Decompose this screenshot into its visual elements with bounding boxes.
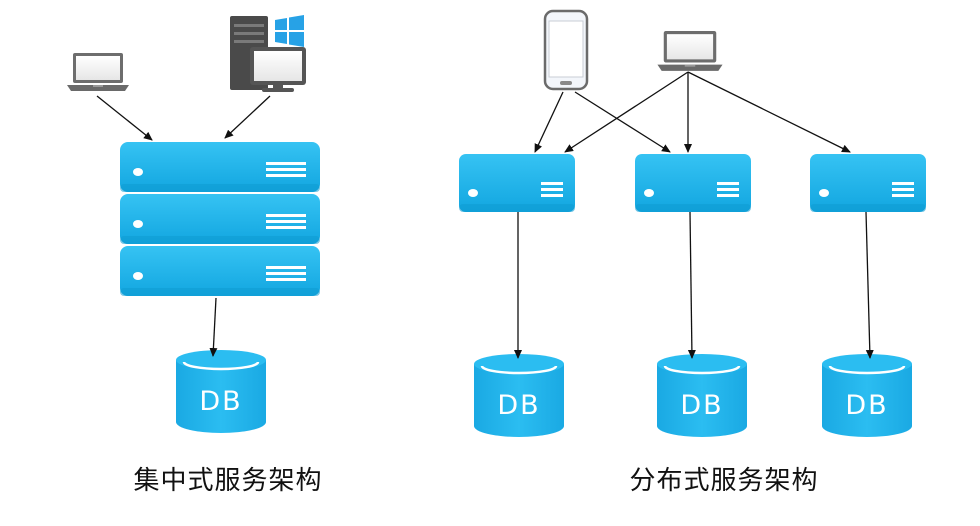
caption-centralized: 集中式服务架构 [133, 466, 323, 496]
smartphone-icon [543, 9, 589, 91]
server-icon [120, 142, 320, 192]
windows-logo-icon [275, 15, 304, 47]
centralized-architecture: DB [67, 15, 320, 434]
db-label: DB [845, 390, 888, 421]
db-label: DB [199, 386, 242, 417]
db-label: DB [680, 390, 723, 421]
database-icon: DB [657, 354, 747, 438]
desktop-pc-icon [230, 15, 306, 92]
database-icon: DB [176, 350, 266, 434]
db-label: DB [497, 390, 540, 421]
laptop-icon [67, 53, 129, 91]
architecture-diagram: DB DB DB DB [67, 9, 926, 438]
server-stack [120, 142, 320, 296]
server-icon [459, 154, 575, 212]
distributed-architecture: DB DB DB [459, 9, 926, 438]
database-icon: DB [474, 354, 564, 438]
connection-arrows [514, 71, 874, 359]
server-icon [120, 246, 320, 296]
caption-distributed: 分布式服务架构 [629, 466, 819, 496]
server-icon [635, 154, 751, 212]
laptop-icon [657, 31, 723, 71]
server-icon [810, 154, 926, 212]
database-icon: DB [822, 354, 912, 438]
server-icon [120, 194, 320, 244]
